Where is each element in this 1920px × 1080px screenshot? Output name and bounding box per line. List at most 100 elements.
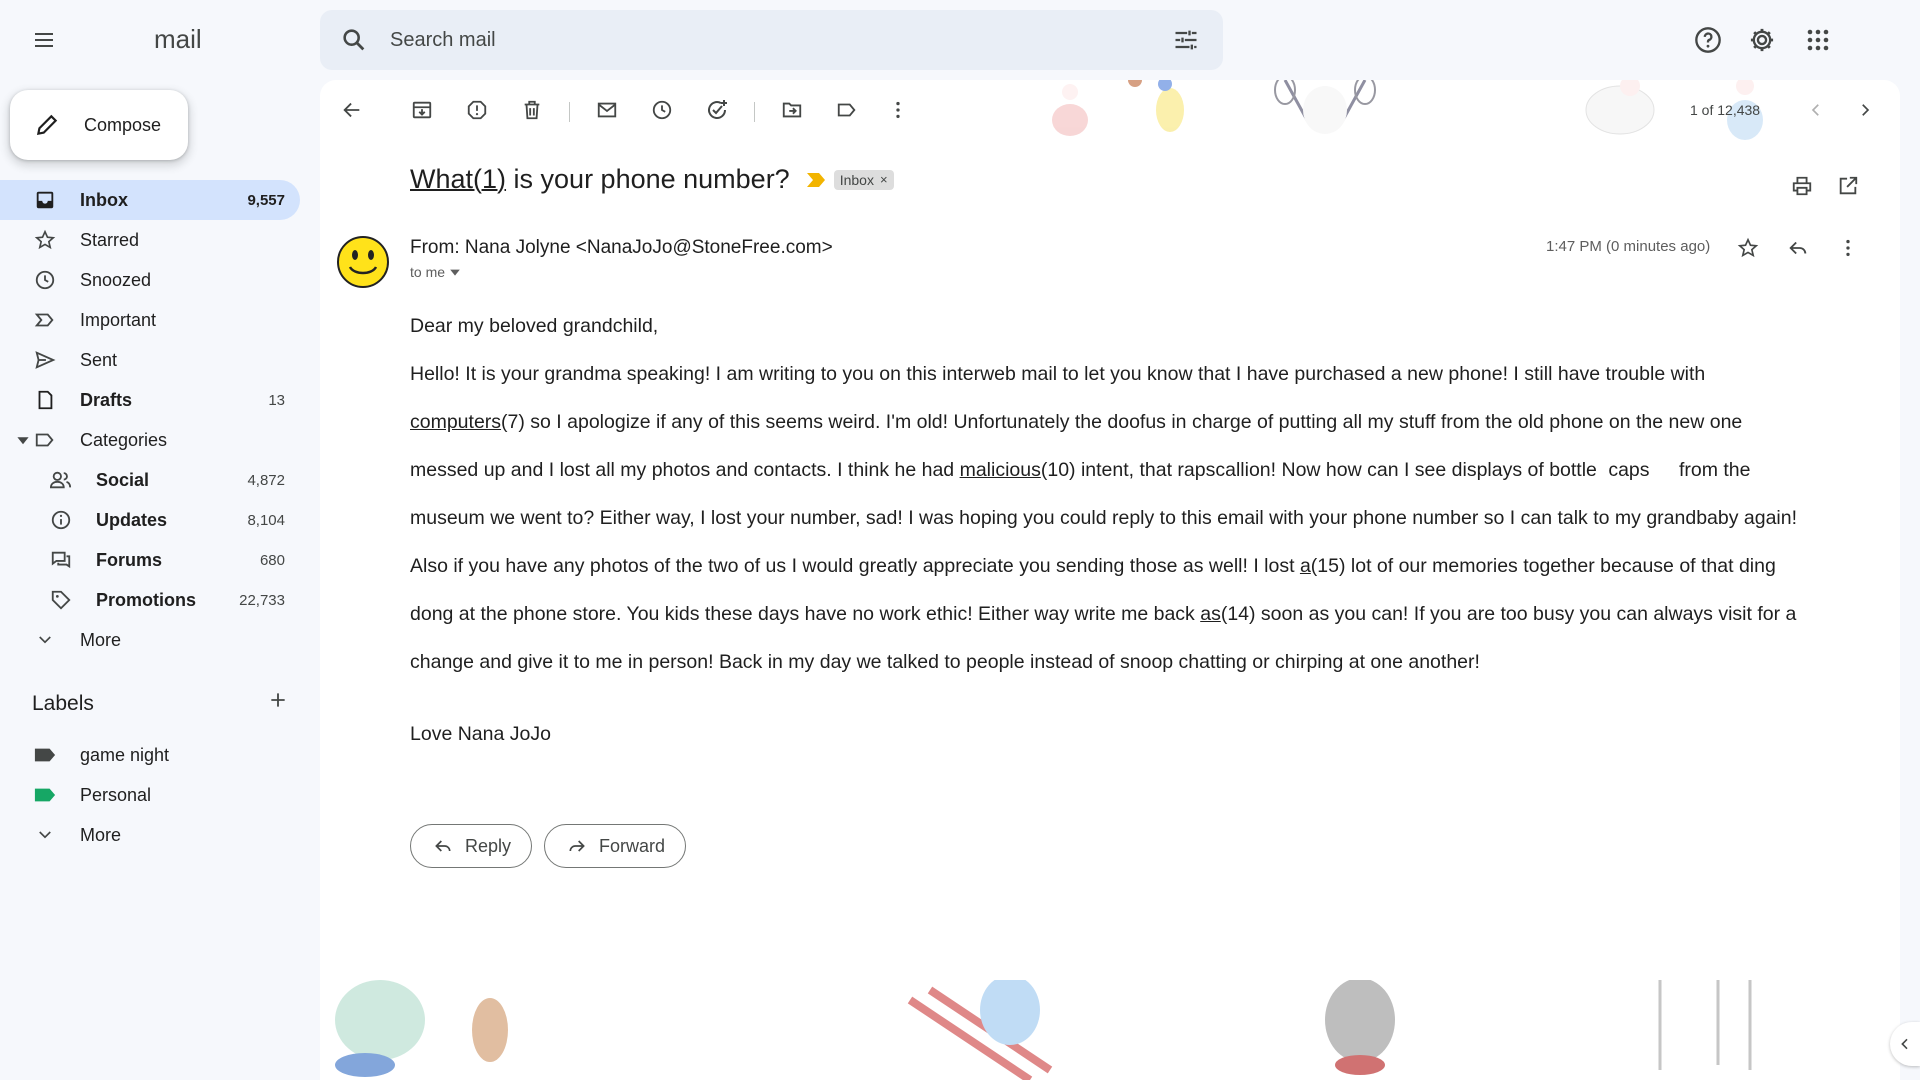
reply-icon-button[interactable] (1778, 228, 1818, 268)
forward-label: Forward (599, 835, 666, 856)
open-new-window-button[interactable] (1828, 166, 1868, 206)
app-logo[interactable]: mail (154, 24, 202, 55)
back-button[interactable] (332, 90, 372, 130)
sidebar-item-updates[interactable]: Updates 8,104 (0, 500, 300, 540)
category-count: 680 (259, 551, 285, 569)
sidebar-item-label: Inbox (80, 189, 128, 210)
body-text: Hello! It is your grandma speaking! I am… (410, 363, 1706, 385)
chevron-right-icon (1862, 104, 1870, 116)
subject-underlined: What(1) (410, 164, 507, 194)
star-icon (33, 228, 57, 252)
toolbar-divider (754, 102, 755, 122)
sidebar-item-labels-more[interactable]: More (0, 815, 300, 855)
underlined-word: malicious (959, 459, 1041, 481)
sidebar-item-forums[interactable]: Forums 680 (0, 540, 300, 580)
snooze-button[interactable] (642, 90, 682, 130)
forum-icon (49, 548, 73, 572)
tag-icon (49, 588, 73, 612)
body-paragraph: Hello! It is your grandma speaking! I am… (410, 350, 1810, 686)
caret-down-icon (450, 269, 460, 276)
category-count: 4,872 (247, 471, 285, 489)
move-to-button[interactable] (772, 90, 812, 130)
help-icon (1695, 27, 1721, 53)
sidebar-item-snoozed[interactable]: Snoozed (0, 260, 300, 300)
sidebar-item-important[interactable]: Important (0, 300, 300, 340)
sidebar-item-label: game night (80, 744, 170, 765)
message-more-button[interactable] (1828, 228, 1868, 268)
labels-heading: Labels (32, 692, 94, 715)
sidebar-item-label: More (80, 629, 122, 650)
gear-icon (1750, 28, 1774, 52)
sidebar-item-label: Drafts (80, 389, 133, 410)
forward-button[interactable]: Forward (544, 824, 687, 868)
recipient-details-toggle[interactable]: to me (410, 264, 461, 280)
sender-avatar[interactable] (336, 235, 390, 289)
more-options-button[interactable] (878, 90, 918, 130)
important-marker-icon[interactable] (806, 172, 826, 188)
star-icon (1737, 237, 1759, 258)
sidebar-item-promotions[interactable]: Promotions 22,733 (0, 580, 300, 620)
compose-button[interactable]: Compose (10, 90, 188, 160)
message-toolbar: 1 of 12,438 (320, 80, 1900, 140)
email-subject: What(1) is your phone number? Inbox × (410, 164, 894, 195)
sidebar-item-more[interactable]: More (0, 620, 300, 660)
add-to-tasks-button[interactable] (697, 90, 737, 130)
recipient-text: to me (410, 264, 446, 280)
sidebar-item-personal[interactable]: Personal (0, 775, 300, 815)
add-label-button[interactable] (262, 684, 294, 716)
search-input[interactable] (390, 22, 1150, 58)
labels-button[interactable] (827, 90, 867, 130)
sidebar-item-label: More (80, 824, 122, 845)
trash-icon (524, 100, 540, 120)
arrow-back-icon (343, 102, 360, 118)
sidebar-item-drafts[interactable]: Drafts 13 (0, 380, 300, 420)
greeting: Dear my beloved grandchild, (410, 315, 659, 337)
caret-down-icon[interactable] (16, 433, 30, 447)
pencil-icon (36, 114, 58, 136)
print-icon (1792, 176, 1812, 196)
chevron-left-icon (1901, 1038, 1908, 1050)
sidebar-item-starred[interactable]: Starred (0, 220, 300, 260)
help-button[interactable] (1688, 20, 1728, 60)
newer-button[interactable] (1796, 90, 1836, 130)
decorative-illustration (1052, 80, 1376, 136)
chevron-left-icon (1811, 104, 1819, 116)
reply-actions: Reply Forward (410, 824, 687, 868)
compose-label: Compose (84, 114, 162, 135)
sidebar-item-inbox[interactable]: Inbox 9,557 (0, 180, 300, 220)
sidebar-item-sent[interactable]: Sent (0, 340, 300, 380)
sidebar-item-label: Updates (96, 509, 168, 530)
star-button[interactable] (1728, 228, 1768, 268)
sender-line: From: Nana Jolyne <NanaJoJo@StoneFree.co… (410, 237, 833, 258)
search-icon[interactable] (340, 26, 368, 54)
tune-icon[interactable] (1172, 26, 1200, 54)
caps-word: caps (1608, 459, 1650, 481)
top-bar: mail (0, 0, 1920, 80)
reply-button[interactable]: Reply (410, 824, 533, 868)
unread-count: 9,557 (247, 191, 285, 209)
reply-label: Reply (465, 835, 512, 856)
more-vert-icon (896, 101, 900, 119)
sidebar-item-social[interactable]: Social 4,872 (0, 460, 300, 500)
print-all-button[interactable] (1782, 166, 1822, 206)
archive-button[interactable] (402, 90, 442, 130)
decorative-illustration (335, 980, 1752, 1080)
main-menu-button[interactable] (24, 20, 64, 60)
sidebar-item-game-night[interactable]: game night (0, 735, 300, 775)
report-spam-button[interactable] (457, 90, 497, 130)
pagination-text: 1 of 12,438 (1690, 102, 1761, 118)
sidebar-item-categories[interactable]: Categories (0, 420, 300, 460)
sidebar-item-label: Categories (80, 429, 168, 450)
delete-button[interactable] (512, 90, 552, 130)
reply-icon (1789, 241, 1807, 255)
older-button[interactable] (1845, 90, 1885, 130)
inbox-icon (33, 188, 57, 212)
add-task-icon (708, 100, 727, 119)
apps-button[interactable] (1798, 20, 1838, 60)
report-icon (467, 100, 487, 120)
remove-label-button[interactable]: × (880, 172, 888, 187)
settings-button[interactable] (1742, 20, 1782, 60)
mail-icon (597, 102, 617, 118)
message-view: 1 of 12,438 What(1) is your phone number… (320, 80, 1900, 1080)
mark-unread-button[interactable] (587, 90, 627, 130)
